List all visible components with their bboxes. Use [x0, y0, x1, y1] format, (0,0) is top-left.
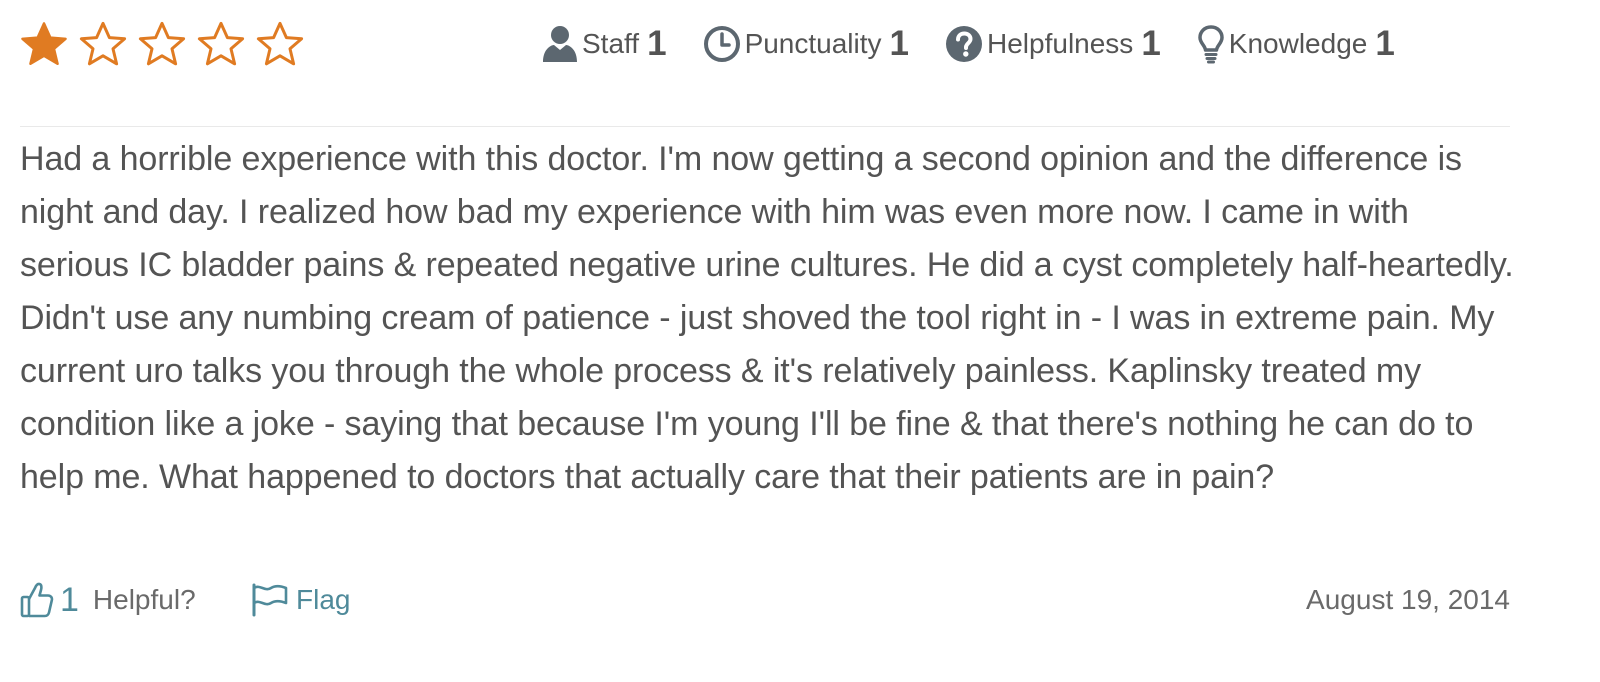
rating-label: Staff [582, 28, 640, 59]
flag-button[interactable]: Flag [250, 576, 350, 624]
rating-knowledge: Knowledge 1 [1197, 24, 1395, 64]
star-empty-icon [79, 21, 127, 66]
clock-icon [703, 26, 740, 62]
flag-icon [252, 583, 288, 617]
rating-staff: Staff 1 [542, 24, 667, 64]
helpful-button[interactable]: 1 Helpful? [20, 576, 196, 624]
review-card: Staff 1 Punctuality 1 Helpfulness 1 Know… [0, 0, 1600, 682]
helpful-count: 1 [60, 580, 79, 619]
rating-label: Punctuality [744, 28, 882, 59]
question-circle-icon [946, 26, 982, 62]
star-empty-icon [197, 21, 245, 66]
review-text: Had a horrible experience with this doct… [20, 140, 1514, 496]
flag-label: Flag [296, 584, 351, 615]
rating-label: Helpfulness [987, 28, 1134, 59]
star-empty-icon [138, 21, 186, 66]
star-rating [20, 21, 304, 69]
user-icon [543, 26, 577, 62]
lightbulb-icon [1198, 25, 1224, 64]
rating-value: 1 [889, 24, 909, 63]
rating-value: 1 [1141, 24, 1161, 63]
star-empty-icon [256, 21, 304, 66]
rating-helpfulness: Helpfulness 1 [945, 24, 1161, 64]
review-footer: 1 Helpful? Flag August 19, 2014 [20, 576, 1510, 624]
star-filled-icon [21, 22, 67, 65]
review-date: August 19, 2014 [1306, 584, 1510, 615]
helpful-label: Helpful? [92, 584, 196, 615]
category-ratings: Staff 1 Punctuality 1 Helpfulness 1 Know… [542, 20, 1395, 68]
rating-label: Knowledge [1228, 28, 1368, 59]
rating-punctuality: Punctuality 1 [703, 24, 909, 64]
divider [20, 126, 1510, 127]
thumbs-up-icon [20, 582, 54, 618]
rating-value: 1 [647, 24, 667, 63]
rating-value: 1 [1375, 24, 1395, 63]
